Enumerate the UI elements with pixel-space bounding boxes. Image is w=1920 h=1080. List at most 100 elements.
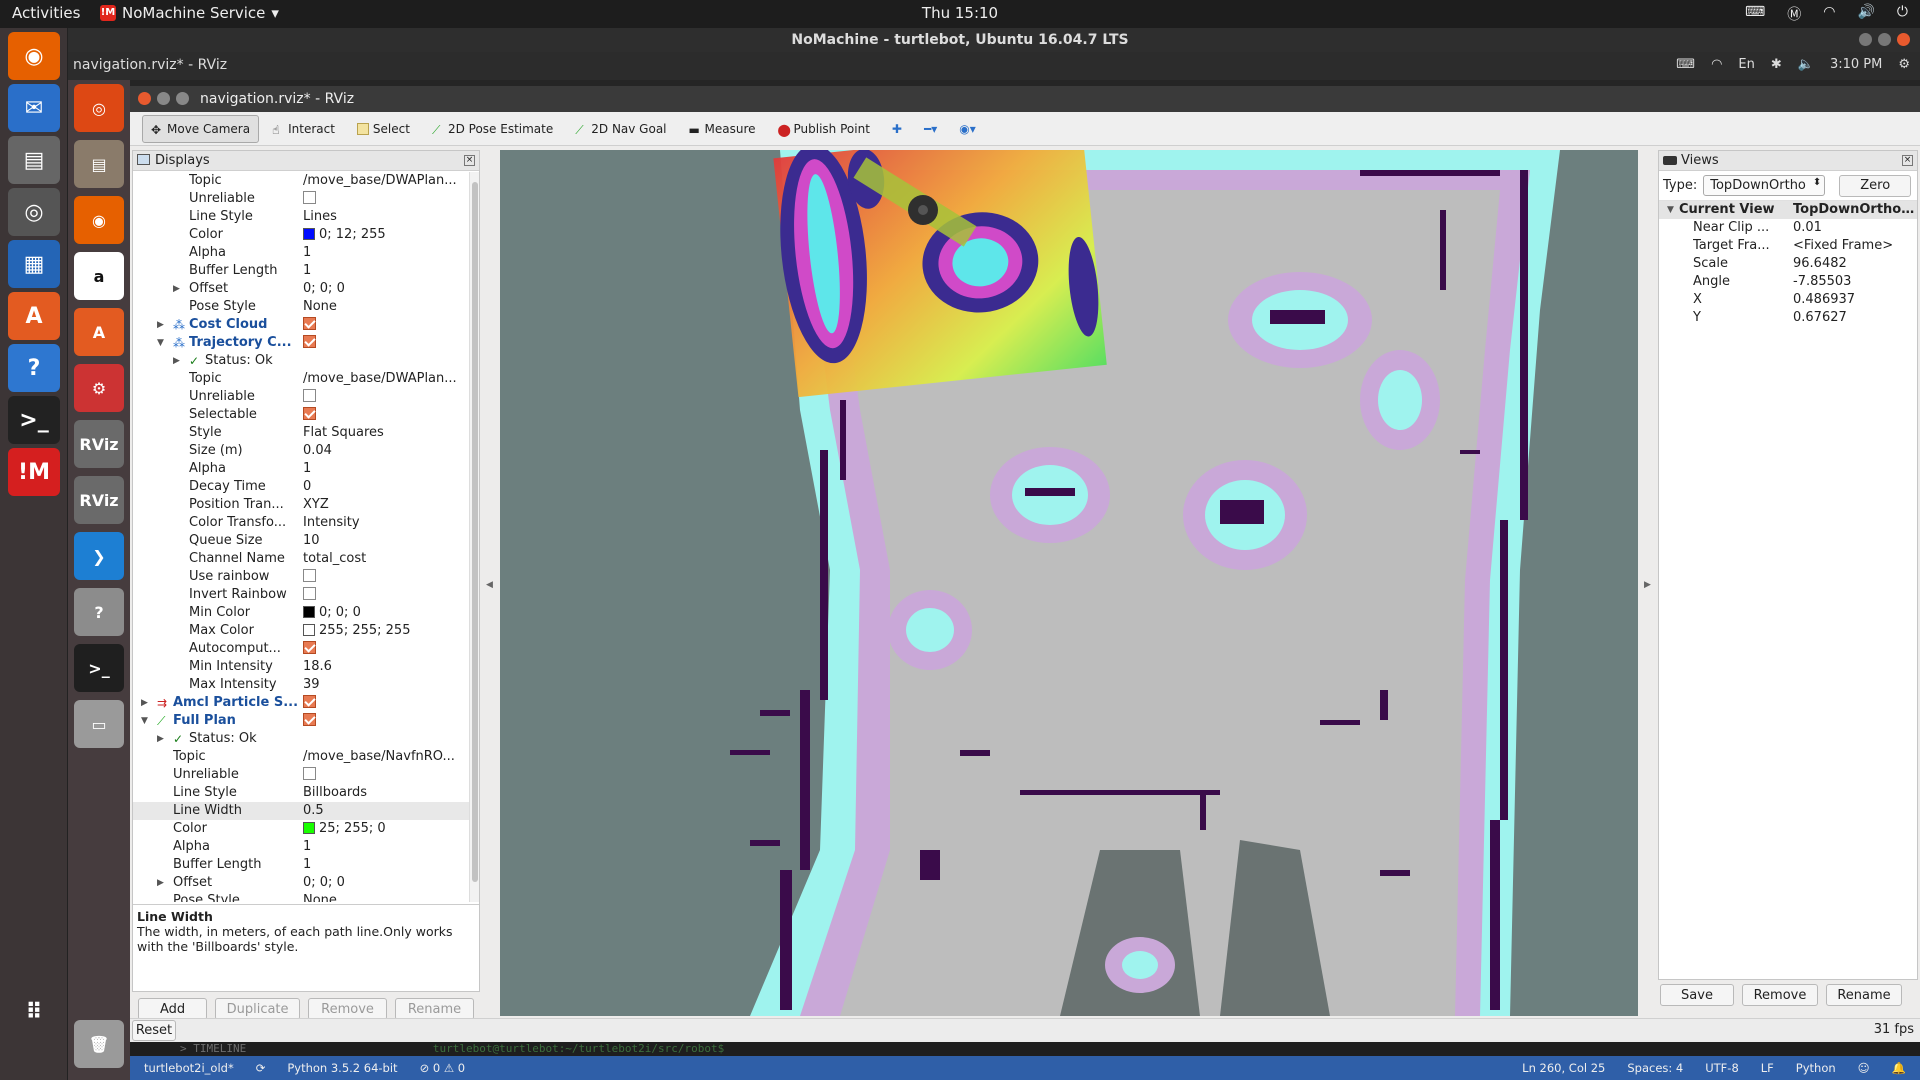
indentation[interactable]: Spaces: 4 (1627, 1056, 1683, 1080)
property-value[interactable]: XYZ (303, 496, 463, 514)
firefox-icon[interactable]: ◉ (74, 196, 124, 244)
display-item[interactable]: ▼ ⁂ Trajectory C... (133, 334, 469, 352)
property-value[interactable]: 25; 255; 0 (303, 820, 463, 838)
checkbox[interactable] (303, 695, 316, 708)
property-value[interactable] (303, 586, 463, 604)
property-row[interactable]: Line Width 0.5 (133, 802, 469, 820)
pose-estimate-tool[interactable]: ⟋ 2D Pose Estimate (423, 115, 562, 143)
view-property-value[interactable]: -7.85503 (1793, 273, 1917, 291)
color-swatch[interactable] (303, 623, 315, 636)
scrollbar-thumb[interactable] (472, 182, 478, 882)
close-button[interactable] (138, 92, 151, 105)
property-value[interactable] (303, 334, 463, 352)
view-property-value[interactable]: 0.67627 (1793, 309, 1917, 327)
feedback-icon[interactable]: ☺ (1858, 1056, 1870, 1080)
view-property-row[interactable]: Y 0.67627 (1659, 309, 1917, 327)
power-icon[interactable]: ⏻ (1897, 4, 1908, 24)
files-icon[interactable]: ▤ (74, 140, 124, 188)
language-indicator[interactable]: En (1738, 57, 1754, 72)
checkbox[interactable] (303, 317, 316, 330)
terminal-icon[interactable]: >_ (74, 644, 124, 692)
settings-icon[interactable]: ⚙ (74, 364, 124, 412)
property-value[interactable]: 10 (303, 532, 463, 550)
property-row[interactable]: Invert Rainbow (133, 586, 469, 604)
property-row[interactable]: Autocomput... (133, 640, 469, 658)
add-button[interactable]: Add (138, 998, 208, 1020)
views-tree[interactable]: ▼ Current View TopDownOrtho ... Near Cli… (1659, 201, 1917, 327)
view-property-value[interactable]: 0.486937 (1793, 291, 1917, 309)
cursor-position[interactable]: Ln 260, Col 25 (1522, 1056, 1605, 1080)
property-value[interactable]: None (303, 892, 463, 902)
rviz-icon[interactable]: RViz (74, 476, 124, 524)
property-row[interactable]: Color 0; 12; 255 (133, 226, 469, 244)
current-view-row[interactable]: ▼ Current View TopDownOrtho ... (1659, 201, 1917, 219)
ubuntu-dash-icon[interactable]: ◎ (74, 84, 124, 132)
display-item[interactable]: ▶ ⁂ Cost Cloud (133, 316, 469, 334)
property-row[interactable]: Channel Name total_cost (133, 550, 469, 568)
wifi-icon[interactable]: ◠ (1711, 57, 1722, 72)
git-branch[interactable]: turtlebot2i_old* (144, 1056, 234, 1080)
property-row[interactable]: Size (m) 0.04 (133, 442, 469, 460)
view-property-value[interactable]: 0.01 (1793, 219, 1917, 237)
checkbox[interactable] (303, 335, 316, 348)
rhythmbox-icon[interactable]: ◎ (8, 188, 60, 236)
remove-view-button[interactable]: Remove (1742, 984, 1818, 1006)
display-item[interactable]: ▼ ⟋ Full Plan (133, 712, 469, 730)
property-row[interactable]: Max Color 255; 255; 255 (133, 622, 469, 640)
color-swatch[interactable] (303, 605, 315, 618)
volume-icon[interactable]: 🔊 (1857, 4, 1874, 24)
minimize-button[interactable] (157, 92, 170, 105)
property-row[interactable]: ▶ Offset 0; 0; 0 (133, 280, 469, 298)
checkbox[interactable] (303, 191, 316, 204)
terminal-icon[interactable]: >_ (8, 396, 60, 444)
nav-goal-tool[interactable]: ⟋ 2D Nav Goal (566, 115, 675, 143)
clock[interactable]: Thu 15:10 (0, 4, 1920, 22)
chevron-right-icon[interactable]: ▶ (157, 316, 164, 334)
amazon-icon[interactable]: a (74, 252, 124, 300)
property-row[interactable]: Position Tran... XYZ (133, 496, 469, 514)
collapse-right-icon[interactable]: ▶ (1644, 580, 1651, 590)
keyboard-icon[interactable]: ⌨ (1745, 4, 1765, 24)
publish-point-tool[interactable]: ⬤ Publish Point (769, 115, 879, 143)
close-icon[interactable]: × (464, 155, 475, 166)
property-value[interactable]: 0; 12; 255 (303, 226, 463, 244)
checkbox[interactable] (303, 389, 316, 402)
measure-tool[interactable]: ▬ Measure (680, 115, 765, 143)
files-icon[interactable]: ▤ (8, 136, 60, 184)
remote-clock[interactable]: 3:10 PM (1830, 57, 1882, 72)
status-row[interactable]: ▶ ✓ Status: Ok (133, 352, 469, 370)
drive-icon[interactable]: ▭ (74, 700, 124, 748)
zero-button[interactable]: Zero (1839, 174, 1912, 197)
property-value[interactable]: 1 (303, 838, 463, 856)
keyboard-icon[interactable]: ⌨ (1676, 57, 1695, 72)
view-property-row[interactable]: X 0.486937 (1659, 291, 1917, 309)
property-value[interactable]: 1 (303, 244, 463, 262)
save-button[interactable]: Save (1660, 984, 1734, 1006)
writer-icon[interactable]: ▦ (8, 240, 60, 288)
property-row[interactable]: Alpha 1 (133, 460, 469, 478)
color-swatch[interactable] (303, 821, 315, 834)
property-value[interactable]: Intensity (303, 514, 463, 532)
property-value[interactable]: 1 (303, 856, 463, 874)
property-value[interactable]: 0 (303, 478, 463, 496)
property-value[interactable] (303, 190, 463, 208)
duplicate-button[interactable]: Duplicate (215, 998, 301, 1020)
chevron-down-icon[interactable]: ▼ (1667, 201, 1674, 219)
minimize-button[interactable] (1859, 33, 1872, 46)
line-ending[interactable]: LF (1761, 1056, 1774, 1080)
chevron-right-icon[interactable]: ▶ (141, 694, 148, 712)
property-row[interactable]: Topic/move_base/NavfnRO... (133, 748, 469, 766)
close-icon[interactable]: × (1902, 155, 1913, 166)
chevron-right-icon[interactable]: ▶ (173, 352, 180, 370)
checkbox[interactable] (303, 587, 316, 600)
property-row[interactable]: Buffer Length 1 (133, 262, 469, 280)
property-row[interactable]: Min Color 0; 0; 0 (133, 604, 469, 622)
property-value[interactable]: /move_base/DWAPlan... (303, 172, 463, 190)
property-value[interactable]: total_cost (303, 550, 463, 568)
property-row[interactable]: Style Flat Squares (133, 424, 469, 442)
property-row[interactable]: Pose Style None (133, 298, 469, 316)
property-value[interactable]: 0; 0; 0 (303, 280, 463, 298)
rename-button[interactable]: Rename (395, 998, 474, 1020)
python-interpreter[interactable]: Python 3.5.2 64-bit (287, 1056, 397, 1080)
remove-tool-button[interactable]: ━▾ (915, 115, 946, 143)
